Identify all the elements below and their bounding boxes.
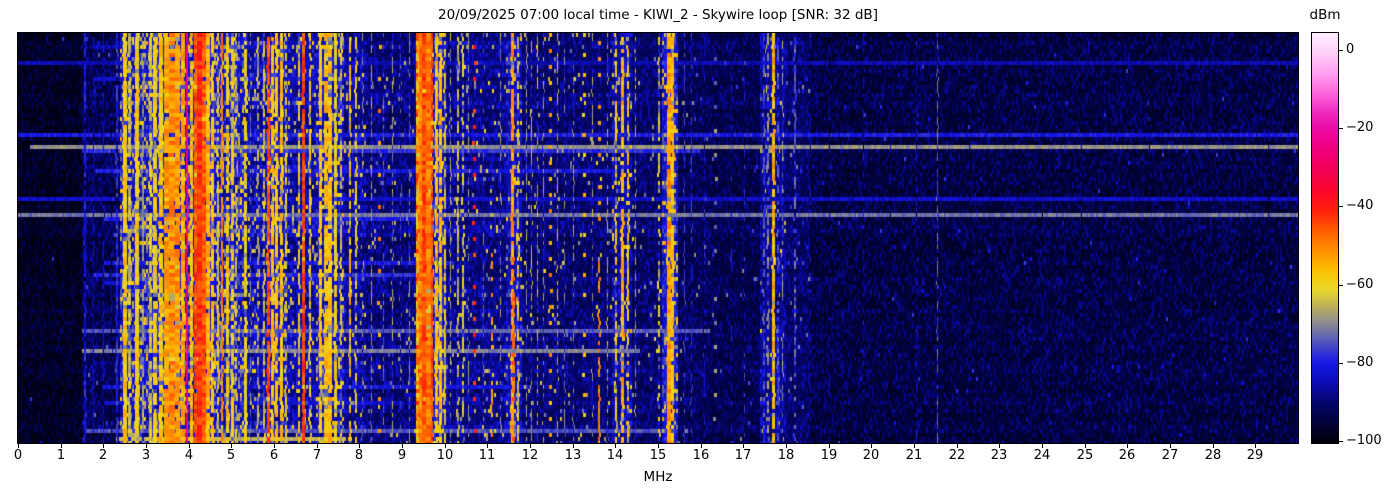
- colorbar-tick-label: 0: [1346, 42, 1355, 57]
- x-tick-label: 14: [606, 448, 624, 463]
- waterfall-canvas: [18, 33, 1298, 443]
- colorbar-gradient: [1311, 32, 1339, 444]
- colorbar-tick-mark: [1339, 363, 1343, 364]
- colorbar-tick-mark: [1339, 50, 1343, 51]
- colorbar-title: dBm: [1309, 7, 1341, 23]
- colorbar-tick-label: −80: [1346, 355, 1374, 370]
- x-tick-label: 3: [141, 448, 151, 463]
- x-tick-label: 15: [649, 448, 667, 463]
- colorbar-tick-mark: [1339, 441, 1343, 442]
- x-tick-label: 8: [354, 448, 364, 463]
- x-tick-label: 6: [269, 448, 279, 463]
- x-tick-label: 5: [226, 448, 236, 463]
- x-tick-label: 20: [862, 448, 880, 463]
- colorbar-tick-mark: [1339, 128, 1343, 129]
- x-tick-label: 0: [13, 448, 23, 463]
- x-axis-label: MHz: [643, 469, 673, 485]
- colorbar-tick-mark: [1339, 285, 1343, 286]
- x-tick-label: 11: [478, 448, 496, 463]
- plot-area: [17, 32, 1299, 444]
- x-tick-label: 29: [1246, 448, 1264, 463]
- x-tick-label: 1: [56, 448, 66, 463]
- x-tick-label: 9: [397, 448, 407, 463]
- x-tick-label: 22: [948, 448, 966, 463]
- x-tick-label: 17: [734, 448, 752, 463]
- x-tick-label: 28: [1204, 448, 1222, 463]
- x-tick-label: 18: [777, 448, 795, 463]
- spectrogram-figure: 20/09/2025 07:00 local time - KIWI_2 - S…: [0, 0, 1400, 500]
- x-tick-label: 10: [436, 448, 454, 463]
- x-tick-label: 19: [820, 448, 838, 463]
- colorbar-tick-mark: [1339, 206, 1343, 207]
- x-tick-label: 7: [312, 448, 322, 463]
- colorbar-tick-label: −20: [1346, 120, 1374, 135]
- x-tick-label: 12: [521, 448, 539, 463]
- figure-title: 20/09/2025 07:00 local time - KIWI_2 - S…: [438, 7, 878, 23]
- x-tick-label: 16: [692, 448, 710, 463]
- colorbar-tick-label: −100: [1346, 433, 1382, 448]
- x-tick-label: 2: [98, 448, 108, 463]
- x-tick-label: 27: [1161, 448, 1179, 463]
- x-tick-label: 25: [1076, 448, 1094, 463]
- x-tick-label: 13: [564, 448, 582, 463]
- x-tick-label: 21: [905, 448, 923, 463]
- x-tick-label: 24: [1033, 448, 1051, 463]
- colorbar-tick-label: −60: [1346, 277, 1374, 292]
- x-tick-label: 4: [184, 448, 194, 463]
- x-tick-label: 23: [990, 448, 1008, 463]
- x-tick-label: 26: [1118, 448, 1136, 463]
- colorbar-tick-label: −40: [1346, 198, 1374, 213]
